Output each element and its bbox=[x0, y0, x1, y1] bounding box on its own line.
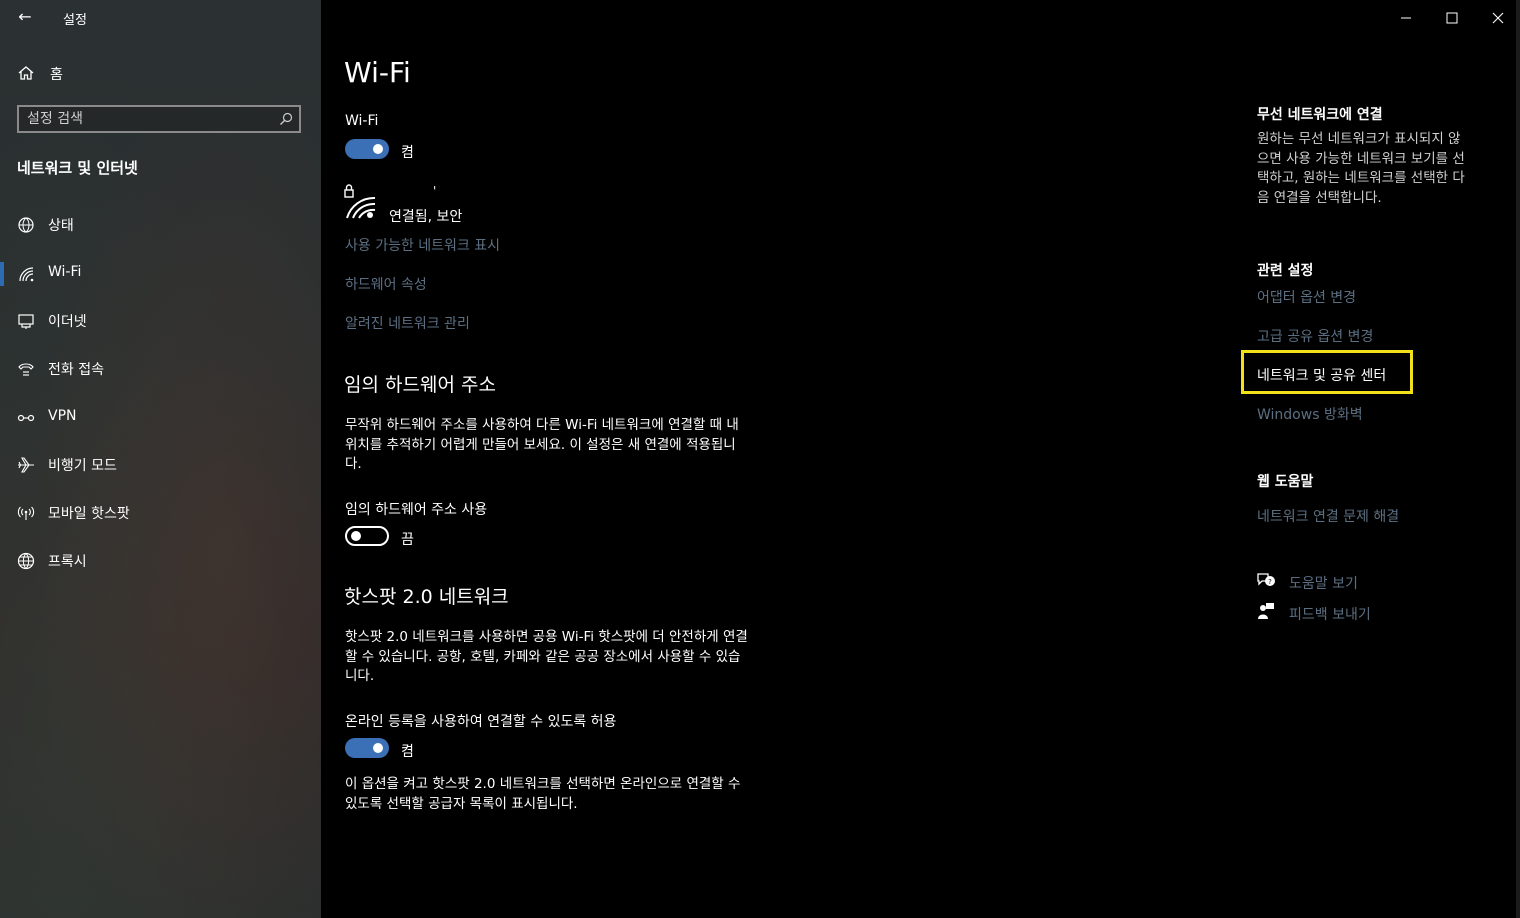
help-chat-icon[interactable]: ? bbox=[1256, 571, 1276, 589]
toggle-knob bbox=[351, 531, 361, 541]
show-networks-link[interactable]: 사용 가능한 네트워크 표시 bbox=[345, 235, 500, 255]
related-settings-heading: 관련 설정 bbox=[1257, 263, 1314, 279]
sidebar-item-status[interactable]: 상태 bbox=[0, 205, 321, 245]
sidebar-item-wifi[interactable]: Wi-Fi bbox=[0, 254, 321, 294]
random-hw-toggle[interactable] bbox=[345, 526, 389, 546]
airplane-icon bbox=[18, 457, 34, 473]
wifi-toggle-state: 켬 bbox=[401, 145, 414, 161]
random-hw-toggle-state: 끔 bbox=[401, 532, 414, 548]
windows-firewall-link[interactable]: Windows 방화벽 bbox=[1257, 404, 1363, 424]
note-line: 이 옵션을 켜고 핫스팟 2.0 네트워크를 선택하면 온라인으로 연결할 수 bbox=[345, 776, 741, 792]
adapter-options-link[interactable]: 어댑터 옵션 변경 bbox=[1257, 287, 1356, 307]
description-line: 위치를 추적하기 어렵게 만들어 보세요. 이 설정은 새 연결에 적용됩니 bbox=[345, 436, 736, 453]
toggle-knob bbox=[373, 144, 383, 154]
close-icon[interactable] bbox=[1488, 8, 1508, 28]
page-title: Wi-Fi bbox=[344, 56, 411, 89]
known-networks-link[interactable]: 알려진 네트워크 관리 bbox=[345, 313, 470, 333]
sidebar-item-label: Wi-Fi bbox=[48, 264, 82, 280]
home-nav-item[interactable]: 홈 bbox=[0, 58, 321, 90]
sidebar-item-label: VPN bbox=[48, 408, 77, 424]
toggle-knob bbox=[373, 743, 383, 753]
sidebar-item-label: 비행기 모드 bbox=[48, 458, 117, 474]
hotspot2-description: 핫스팟 2.0 네트워크를 사용하면 공용 Wi-Fi 핫스팟에 더 안전하게 … bbox=[345, 628, 805, 687]
back-arrow-icon[interactable]: ← bbox=[14, 6, 36, 28]
sidebar-item-ethernet[interactable]: 이더넷 bbox=[0, 301, 321, 341]
send-feedback-link[interactable]: 피드백 보내기 bbox=[1289, 604, 1371, 624]
description-line: 택하고, 원하는 네트워크를 선택한 다 bbox=[1257, 170, 1465, 186]
wifi-icon bbox=[19, 267, 34, 282]
home-label: 홈 bbox=[50, 67, 63, 83]
online-signup-label: 온라인 등록을 사용하여 연결할 수 있도록 허용 bbox=[345, 714, 617, 730]
random-hw-description: 무작위 하드웨어 주소를 사용하여 다른 Wi-Fi 네트워크에 연결할 때 내… bbox=[345, 416, 805, 475]
sidebar-item-vpn[interactable]: VPN bbox=[0, 398, 321, 438]
svg-text:?: ? bbox=[1268, 578, 1272, 586]
globe-proxy-icon bbox=[17, 552, 35, 570]
sidebar-item-label: 이더넷 bbox=[48, 314, 87, 330]
description-line: 원하는 무선 네트워크가 표시되지 않 bbox=[1257, 131, 1461, 147]
window-title: 설정 bbox=[63, 13, 87, 28]
sidebar-item-label: 모바일 핫스팟 bbox=[48, 506, 130, 522]
scrollbar[interactable] bbox=[1516, 0, 1520, 918]
description-line: 으면 사용 가능한 네트워크 보기를 선 bbox=[1257, 150, 1465, 167]
online-signup-toggle-state: 켬 bbox=[401, 744, 414, 760]
hotspot2-heading: 핫스팟 2.0 네트워크 bbox=[344, 586, 509, 608]
hotspot2-note: 이 옵션을 켜고 핫스팟 2.0 네트워크를 선택하면 온라인으로 연결할 수 … bbox=[345, 775, 805, 814]
sidebar-item-hotspot[interactable]: 모바일 핫스팟 bbox=[0, 493, 321, 533]
description-line: 다. bbox=[345, 456, 362, 472]
get-help-link[interactable]: 도움말 보기 bbox=[1289, 573, 1358, 593]
network-name: ' bbox=[433, 184, 437, 198]
ethernet-icon bbox=[18, 314, 34, 329]
connect-description: 원하는 무선 네트워크가 표시되지 않 으면 사용 가능한 네트워크 보기를 선… bbox=[1257, 130, 1507, 208]
dialup-icon bbox=[18, 363, 34, 376]
feedback-icon[interactable] bbox=[1256, 602, 1276, 620]
maximize-icon[interactable] bbox=[1442, 8, 1462, 28]
sidebar-item-airplane[interactable]: 비행기 모드 bbox=[0, 445, 321, 485]
connect-heading: 무선 네트워크에 연결 bbox=[1257, 107, 1383, 123]
advanced-sharing-link[interactable]: 고급 공유 옵션 변경 bbox=[1257, 326, 1373, 346]
active-indicator bbox=[0, 262, 4, 286]
wifi-toggle[interactable] bbox=[345, 139, 389, 159]
sidebar-item-proxy[interactable]: 프록시 bbox=[0, 541, 321, 581]
sidebar: ← 설정 홈 네트워크 및 인터넷 상태 Wi-Fi bbox=[0, 0, 321, 918]
network-sharing-center-link[interactable]: 네트워크 및 공유 센터 bbox=[1257, 365, 1386, 385]
online-signup-toggle[interactable] bbox=[345, 738, 389, 758]
search-icon[interactable] bbox=[279, 112, 293, 126]
wifi-secure-icon bbox=[344, 184, 376, 219]
description-line: 할 수 있습니다. 공항, 호텔, 카페와 같은 공공 장소에서 사용할 수 있… bbox=[345, 648, 741, 665]
hotspot-icon bbox=[17, 506, 35, 520]
minimize-icon[interactable] bbox=[1396, 8, 1416, 28]
description-line: 니다. bbox=[345, 668, 375, 684]
vpn-icon bbox=[17, 414, 35, 422]
section-title: 네트워크 및 인터넷 bbox=[17, 159, 138, 177]
sidebar-item-label: 전화 접속 bbox=[48, 362, 104, 378]
wifi-label: Wi-Fi bbox=[345, 113, 379, 129]
note-line: 있도록 선택할 공급자 목록이 표시됩니다. bbox=[345, 795, 578, 812]
web-help-heading: 웹 도움말 bbox=[1257, 474, 1314, 490]
troubleshoot-link[interactable]: 네트워크 연결 문제 해결 bbox=[1257, 506, 1399, 526]
description-line: 음 연결을 선택합니다. bbox=[1257, 189, 1382, 206]
home-icon bbox=[18, 66, 34, 80]
network-status: 연결됨, 보안 bbox=[389, 209, 463, 225]
globe-status-icon bbox=[18, 217, 34, 233]
random-hw-heading: 임의 하드웨어 주소 bbox=[344, 374, 496, 396]
random-hw-toggle-label: 임의 하드웨어 주소 사용 bbox=[345, 502, 488, 518]
description-line: 핫스팟 2.0 네트워크를 사용하면 공용 Wi-Fi 핫스팟에 더 안전하게 … bbox=[345, 629, 748, 645]
search-input[interactable] bbox=[27, 110, 267, 128]
search-box[interactable] bbox=[17, 105, 301, 133]
hardware-properties-link[interactable]: 하드웨어 속성 bbox=[345, 274, 427, 294]
sidebar-item-dialup[interactable]: 전화 접속 bbox=[0, 349, 321, 389]
sidebar-item-label: 상태 bbox=[48, 218, 74, 234]
description-line: 무작위 하드웨어 주소를 사용하여 다른 Wi-Fi 네트워크에 연결할 때 내 bbox=[345, 417, 739, 433]
sidebar-item-label: 프록시 bbox=[48, 554, 87, 570]
